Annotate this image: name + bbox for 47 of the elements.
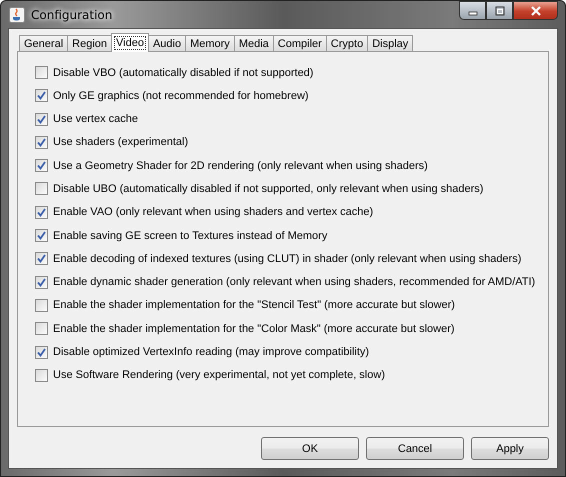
checkbox[interactable] [35, 159, 48, 172]
dialog-button[interactable]: Cancel [366, 437, 464, 460]
checkbox[interactable] [35, 112, 48, 126]
checkbox[interactable] [35, 182, 48, 196]
option-label: Enable the shader implementation for the "Stencil Test" (more accurate but slower) [53, 299, 455, 312]
tab[interactable]: Compiler [272, 35, 327, 51]
checkbox[interactable] [35, 276, 48, 289]
checkbox[interactable] [35, 206, 48, 219]
option-label: Disable UBO (automatically disabled if not supported, only relevant when using shaders) [53, 182, 484, 195]
tab[interactable]: General [19, 35, 68, 51]
dialog-button[interactable]: OK [261, 437, 359, 460]
checkbox[interactable] [35, 89, 48, 102]
window-title: Configuration [31, 8, 112, 22]
checkbox[interactable] [35, 66, 48, 79]
dialog-button[interactable]: Apply [471, 437, 549, 460]
maximize-icon [494, 6, 506, 16]
option-label: Use a Geometry Shader for 2D rendering (only relevant when using shaders) [53, 160, 428, 172]
tab[interactable]: Audio [148, 35, 186, 51]
tab[interactable]: Video [111, 33, 149, 52]
minimize-button[interactable] [459, 1, 486, 20]
option-label: Enable decoding of indexed textures (using CLUT) in shader (only relevant when using shaders) [53, 252, 522, 265]
option-label: Enable dynamic shader generation (only relevant when using shaders, recommended for AMD/ATI) [53, 276, 536, 288]
close-button[interactable] [513, 1, 558, 20]
checkbox[interactable] [35, 368, 48, 382]
tab[interactable]: Media [234, 35, 274, 51]
close-icon [530, 6, 542, 16]
checkbox[interactable] [35, 229, 48, 242]
tab[interactable]: Display [367, 35, 414, 51]
option-label: Disable VBO (automatically disabled if not supported) [53, 66, 314, 78]
option-label: Disable optimized VertexInfo reading (may improve compatibility) [53, 346, 370, 358]
checkbox[interactable] [35, 252, 48, 266]
option-label: Use Software Rendering (very experimental, not yet complete, slow) [53, 369, 385, 382]
tab[interactable]: Region [67, 35, 112, 51]
option-label: Only GE graphics (not recommended for homebrew) [53, 90, 309, 102]
checkbox[interactable] [35, 298, 48, 312]
checkbox[interactable] [35, 136, 48, 149]
option-label: Use shaders (experimental) [53, 136, 188, 148]
tab[interactable]: Memory [185, 35, 235, 51]
option-label: Enable saving GE screen to Textures instead of Memory [53, 230, 328, 242]
option-label: Use vertex cache [53, 113, 138, 126]
checkbox[interactable] [35, 346, 48, 359]
checkbox[interactable] [35, 322, 48, 336]
coffee-cup-icon [9, 6, 25, 22]
option-label: Enable VAO (only relevant when using shaders and vertex cache) [53, 206, 374, 218]
option-label: Enable the shader implementation for the "Color Mask" (more accurate but slower) [53, 322, 455, 335]
tab[interactable]: Crypto [326, 35, 368, 51]
maximize-button[interactable] [486, 1, 513, 20]
